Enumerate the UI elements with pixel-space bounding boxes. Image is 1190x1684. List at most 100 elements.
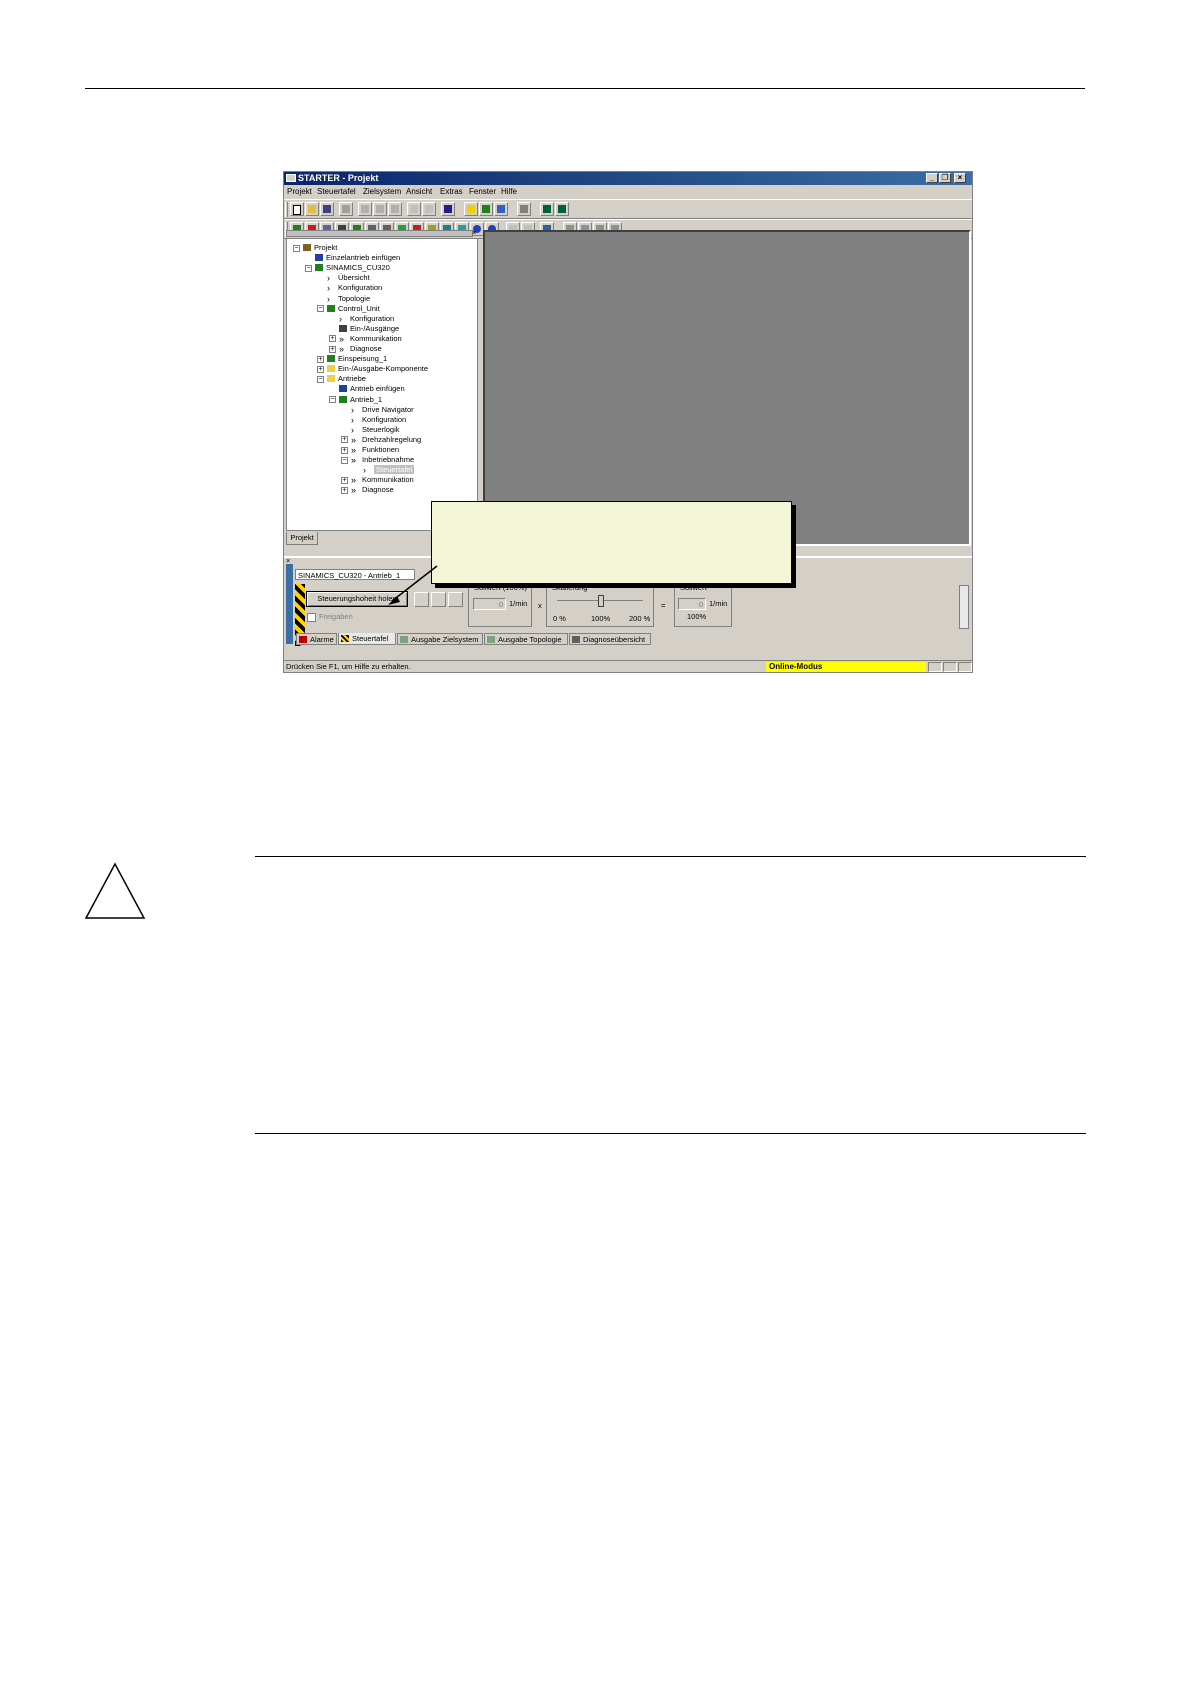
restore-icon[interactable]: ❐ [939,173,951,183]
expand-icon[interactable]: + [341,486,348,494]
menu-projekt[interactable]: Projekt [287,187,312,196]
drive-on-icon[interactable] [414,592,429,607]
tree-item[interactable]: Antrieb einfügen [339,384,405,394]
tree-item[interactable]: › Steuertafel [363,465,415,475]
tree-item[interactable]: » Diagnose [351,485,394,495]
tree-item[interactable]: Ein-/Ausgabe-Komponente [327,364,428,374]
navigator-close-icon[interactable]: × [472,228,476,237]
tree-item[interactable]: › Topologie [327,294,370,304]
expand-icon[interactable]: + [341,476,348,484]
tab-steuertafel[interactable]: Steuertafel [338,633,396,645]
stop-icon[interactable] [448,592,463,607]
expand-icon[interactable]: + [341,446,348,454]
navigator-drag-bar[interactable] [286,230,473,237]
load-to-pg-icon[interactable] [479,202,493,216]
tree-item[interactable]: › Konfiguration [339,314,394,324]
copy-ram-rom-icon[interactable] [517,202,531,216]
redo-icon[interactable] [422,202,436,216]
take-control-button[interactable]: Steuerungshoheit holen [306,591,408,607]
tree-item[interactable]: › Konfiguration [351,415,406,425]
tree-item[interactable]: » Funktionen [351,445,399,455]
menu-extras[interactable]: Extras [440,187,463,196]
tree-item-label: Einspeisung_1 [338,354,388,364]
tree-item[interactable]: » Drehzahlregelung [351,435,421,445]
online-mode-indicator: Online-Modus [766,662,926,672]
scaling-slider-thumb[interactable] [598,595,604,607]
paste-icon[interactable] [388,202,402,216]
io-icon [339,324,347,332]
tab-diagnoseuebersicht[interactable]: Diagnoseübersicht [569,633,651,645]
project-icon [303,244,311,251]
infeed-icon [327,355,335,363]
tree-item[interactable]: Ein-/Ausgänge [339,324,399,334]
trace-icon[interactable] [540,202,554,216]
drive-icon [339,395,347,403]
tree-item[interactable]: › Konfiguration [327,283,382,293]
tab-ausgabe-topologie[interactable]: Ausgabe Topologie [484,633,568,645]
menu-fenster[interactable]: Fenster [469,187,496,196]
tree-item[interactable]: Projekt [303,243,337,253]
tree-item[interactable]: › Übersicht [327,273,370,283]
copy-icon[interactable] [373,202,387,216]
collapse-icon[interactable]: − [305,264,312,272]
save-icon[interactable] [320,202,334,216]
cut-icon[interactable] [358,202,372,216]
tree-item[interactable]: Einspeisung_1 [327,354,387,364]
function-generator-icon[interactable] [555,202,569,216]
expand-icon[interactable]: + [317,365,324,373]
tree-item-label: Inbetriebnahme [362,455,415,465]
collapse-icon[interactable]: − [329,396,336,403]
title-bar[interactable]: STARTER - Projekt _ ❐ × [284,172,972,185]
tree-item-label: Kommunikation [362,475,414,485]
warning-top-rule [255,856,1086,857]
new-file-icon[interactable] [290,202,304,216]
menu-steuertafel[interactable]: Steuertafel [317,187,356,196]
app-icon [286,174,296,182]
tree-item[interactable]: Antriebe [327,374,366,384]
status-help-text: Drücken Sie F1, um Hilfe zu erhalten. [286,662,411,671]
tree-item[interactable]: » Kommunikation [351,475,414,485]
expand-icon[interactable]: + [329,345,336,353]
tree-item-label: Steuertafel [374,465,415,475]
menu-hilfe[interactable]: Hilfe [501,187,517,196]
collapse-icon[interactable]: − [293,244,300,252]
tree-item[interactable]: › Drive Navigator [351,405,414,415]
collapse-icon[interactable]: − [317,305,324,313]
tree-item[interactable]: » Inbetriebnahme [351,455,414,465]
print-icon[interactable] [339,202,353,216]
collapse-icon[interactable]: − [317,375,324,383]
tab-alarme[interactable]: Alarme [296,633,337,645]
tree-item[interactable]: Control_Unit [327,304,380,314]
help-pointer-icon[interactable] [441,202,455,216]
tab-ausgabe-zielsystem[interactable]: Ausgabe Zielsystem [397,633,483,645]
toolbar-grip[interactable] [285,202,288,217]
expand-icon[interactable]: + [329,335,336,343]
load-to-target-icon[interactable] [494,202,508,216]
tree-item-label: Drehzahlregelung [362,434,422,444]
menu-ansicht[interactable]: Ansicht [406,187,432,196]
panel-scrollbar[interactable] [959,585,969,629]
tree-item[interactable]: » Kommunikation [339,334,402,344]
tree-item[interactable]: » Diagnose [339,344,382,354]
menu-zielsystem[interactable]: Zielsystem [363,187,401,196]
drive-off-icon[interactable] [431,592,446,607]
tab-projekt[interactable]: Projekt [286,532,318,545]
tree-item[interactable]: SINAMICS_CU320 [315,263,390,273]
close-icon[interactable]: × [954,173,966,183]
enable-checkbox[interactable] [307,613,316,622]
project-tree: − Projekt Einzelantrieb einfügen − SINAMICS_… [286,238,478,531]
tree-item-label: Topologie [338,293,371,303]
expand-icon[interactable]: + [317,355,324,363]
tree-item[interactable]: Einzelantrieb einfügen [315,253,400,263]
tree-item-label: Antrieb_1 [350,394,383,404]
open-folder-icon[interactable] [305,202,319,216]
minimize-icon[interactable]: _ [926,173,938,183]
setpoint-input[interactable]: 0 [473,598,506,610]
collapse-icon[interactable]: − [341,456,348,464]
connect-target-icon[interactable] [464,202,478,216]
device-selector[interactable]: SINAMICS_CU320 - Antrieb_1 [295,569,415,580]
tree-item[interactable]: › Steuerlogik [351,425,400,435]
tree-item[interactable]: Antrieb_1 [339,395,382,405]
expand-icon[interactable]: + [341,436,348,444]
undo-icon[interactable] [407,202,421,216]
